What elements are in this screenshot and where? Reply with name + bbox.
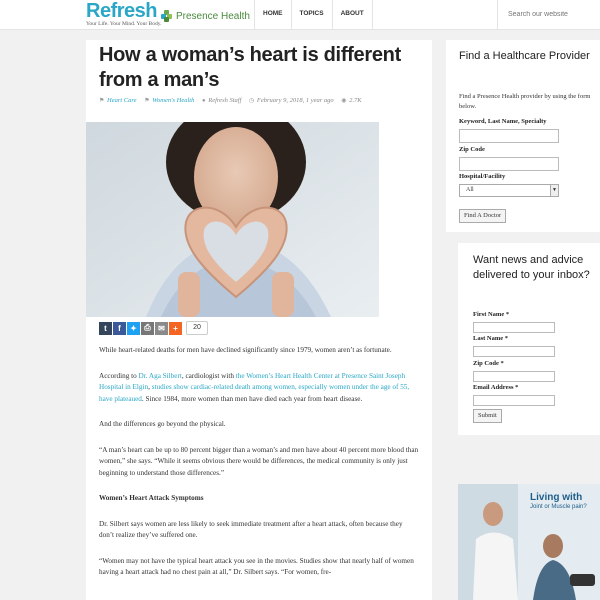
paragraph: Dr. Silbert says women are less likely t… [99,519,403,540]
nav-home[interactable]: HOME [255,0,292,30]
ad-subtitle: Joint or Muscle pain? [530,504,587,510]
paragraph: While heart-related deaths for men have … [99,346,392,354]
hero-image [86,122,379,317]
paragraph: “Women may not have the typical heart at… [99,556,414,577]
tag-icon: ⚑ [144,98,150,104]
hospital-select-value: All [466,187,474,193]
widget-description: Find a Presence Health provider by using… [459,93,591,110]
last-name-label: Last Name * [473,335,509,342]
presence-health-logo[interactable]: Presence Health [161,10,250,22]
publish-date: February 9, 2018, 1 year ago [256,97,334,104]
find-doctor-button[interactable]: Find A Doctor [459,209,507,223]
print-icon[interactable]: ⎙ [141,321,154,335]
main-nav: HOME TOPICS ABOUT [254,0,373,30]
tumblr-icon[interactable]: t [99,321,112,335]
text: . Since 1984, more women than men have d… [141,394,363,403]
link-dr-silbert[interactable]: Dr. Aga Silbert [139,372,182,380]
zip-code-label: Zip Code * [473,360,504,367]
zip-input[interactable] [459,157,559,171]
zip-code-input[interactable] [473,371,555,382]
paragraph: And the differences go beyond the physic… [99,420,226,428]
presence-mark-icon [161,10,173,22]
text: , cardiologist with [181,371,236,380]
find-provider-widget: Find a Healthcare Provider Find a Presen… [446,40,600,232]
chevron-down-icon: ▼ [550,185,558,196]
email-label: Email Address * [473,384,519,391]
first-name-label: First Name * [473,311,510,318]
widget-title: Want news and advice delivered to your i… [473,254,590,281]
text: According to [99,371,139,380]
nav-topics[interactable]: TOPICS [292,0,333,30]
newsletter-widget: Want news and advice delivered to your i… [458,243,600,435]
ad-title: Living with [530,492,583,503]
category-link-womens-health[interactable]: Women's Health [152,97,194,104]
share-bar: t f ✦ ⎙ ✉ + 20 [99,321,208,335]
article-title: How a woman’s heart is different from a … [99,44,401,91]
article-meta: ⚑ Heart Care ⚑ Women's Health ● Refresh … [99,97,419,104]
logo-text: Refresh [86,0,157,22]
paragraph: “A man’s heart can be up to 80 percent b… [99,445,419,477]
article-card: How a woman’s heart is different from a … [86,40,432,600]
email-icon[interactable]: ✉ [155,321,168,335]
keyword-label: Keyword, Last Name, Specialty [459,118,547,125]
hospital-select[interactable]: All ▼ [459,184,559,197]
search-box [497,0,600,30]
zip-label: Zip Code [459,146,485,153]
more-icon[interactable]: + [169,321,182,335]
author-name[interactable]: Refresh Staff [208,97,241,104]
article-body: While heart-related deaths for men have … [99,345,419,593]
user-icon: ● [201,98,206,104]
share-count: 20 [186,321,208,335]
keyword-input[interactable] [459,129,559,143]
tag-icon: ⚑ [99,98,105,104]
site-header: Refresh Your Life. Your Mind. Your Body.… [0,0,600,30]
widget-title: Find a Healthcare Provider [459,50,590,62]
logo-tagline: Your Life. Your Mind. Your Body. [86,21,162,27]
eye-icon: ◉ [341,98,347,104]
email-input[interactable] [473,395,555,406]
facebook-icon[interactable]: f [113,321,126,335]
clock-icon: ◷ [249,98,255,104]
search-input[interactable] [498,0,598,28]
first-name-input[interactable] [473,322,555,333]
nav-about[interactable]: ABOUT [333,0,373,30]
hospital-label: Hospital/Facility [459,173,506,180]
partner-name: Presence Health [176,10,250,22]
last-name-input[interactable] [473,346,555,357]
submit-button[interactable]: Submit [473,409,502,423]
twitter-icon[interactable]: ✦ [127,321,140,335]
category-link-heart-care[interactable]: Heart Care [107,97,137,104]
paragraph: According to Dr. Aga Silbert, cardiologi… [99,371,419,406]
sidebar-ad[interactable]: Living with Joint or Muscle pain? [458,484,600,600]
refresh-logo[interactable]: Refresh Your Life. Your Mind. Your Body. [86,0,162,28]
section-heading: Women’s Heart Attack Symptoms [99,494,204,502]
view-count: 2.7K [349,97,362,104]
